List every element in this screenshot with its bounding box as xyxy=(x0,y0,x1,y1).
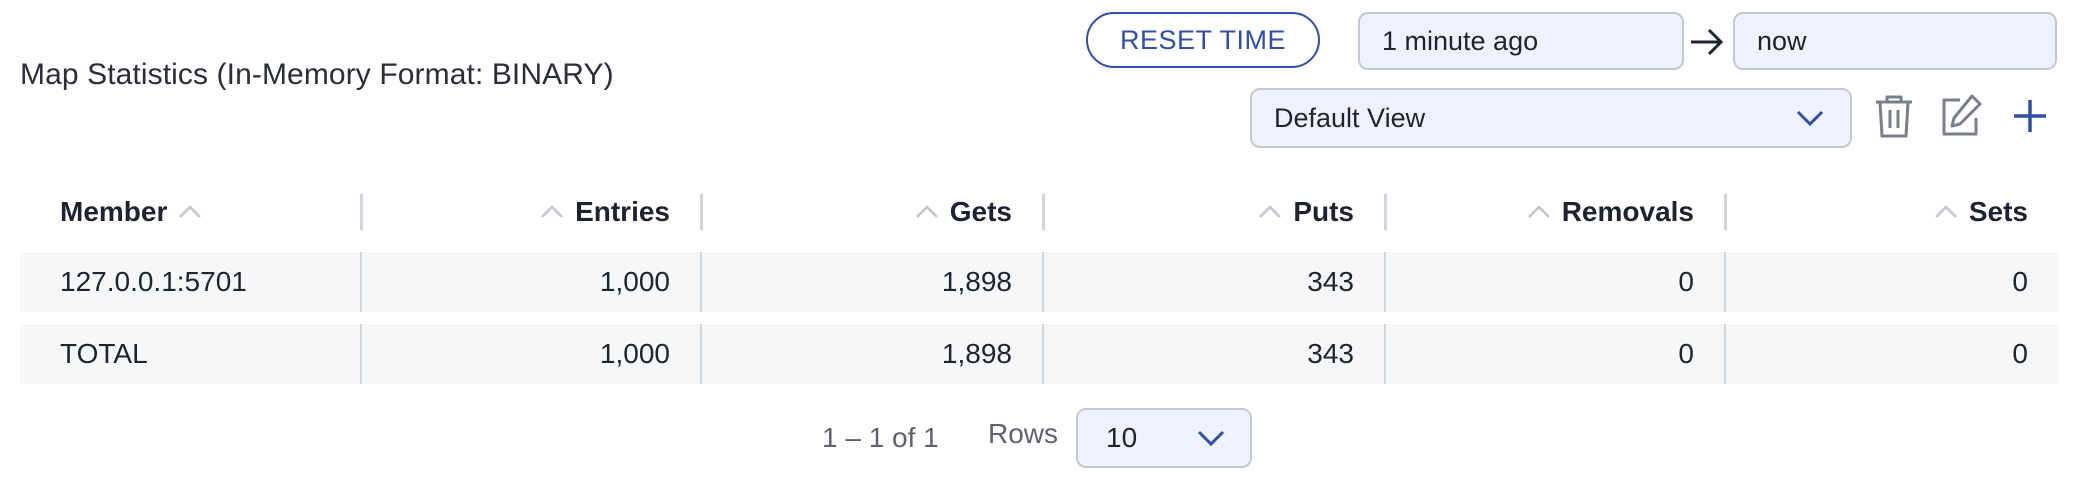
column-header-puts[interactable]: Puts xyxy=(1042,186,1384,238)
column-header-entries[interactable]: Entries xyxy=(360,186,700,238)
sort-icon xyxy=(1527,205,1550,218)
cell-entries: 1,000 xyxy=(599,266,670,297)
table-row: TOTAL 1,000 1,898 343 0 0 xyxy=(20,324,2058,384)
time-from-value: 1 minute ago xyxy=(1382,25,1539,56)
rows-label: Rows xyxy=(988,418,1059,449)
page-title: Map Statistics (In-Memory Format: BINARY… xyxy=(20,58,614,91)
cell-gets: 1,898 xyxy=(941,338,1012,369)
column-header-removals[interactable]: Removals xyxy=(1384,186,1724,238)
arrow-right-icon xyxy=(1691,28,1724,56)
view-select-value: Default View xyxy=(1274,102,1426,133)
time-from-field[interactable]: 1 minute ago xyxy=(1358,12,1684,70)
add-view-icon[interactable] xyxy=(2008,92,2052,140)
time-to-field[interactable]: now xyxy=(1733,12,2057,70)
cell-puts: 343 xyxy=(1307,338,1354,369)
cell-gets: 1,898 xyxy=(941,266,1012,297)
statistics-table: Member Entries Gets Puts Removals Sets 1… xyxy=(20,186,2058,384)
sort-icon xyxy=(1259,205,1282,218)
cell-puts: 343 xyxy=(1307,266,1354,297)
column-header-gets[interactable]: Gets xyxy=(700,186,1042,238)
column-header-member[interactable]: Member xyxy=(20,186,360,238)
time-to-value: now xyxy=(1757,25,1807,56)
trash-icon[interactable] xyxy=(1872,92,1916,140)
sort-icon xyxy=(1934,205,1957,218)
rows-per-page-value: 10 xyxy=(1106,422,1138,453)
cell-sets: 0 xyxy=(2012,266,2028,297)
cell-entries: 1,000 xyxy=(599,338,670,369)
table-header: Member Entries Gets Puts Removals Sets xyxy=(20,186,2058,238)
view-select[interactable]: Default View xyxy=(1250,88,1852,148)
cell-removals: 0 xyxy=(1678,338,1694,369)
sort-icon xyxy=(179,205,202,218)
sort-icon xyxy=(541,205,563,218)
edit-icon[interactable] xyxy=(1938,92,1982,140)
pagination: 1 – 1 of 1 Rows 10 xyxy=(0,408,2076,468)
sort-icon xyxy=(915,205,938,218)
cell-sets: 0 xyxy=(2012,338,2028,369)
cell-member: TOTAL xyxy=(60,338,148,369)
reset-time-button[interactable]: RESET TIME xyxy=(1086,12,1320,68)
table-row: 127.0.0.1:5701 1,000 1,898 343 0 0 xyxy=(20,252,2058,312)
cell-member: 127.0.0.1:5701 xyxy=(60,266,247,297)
cell-removals: 0 xyxy=(1678,266,1694,297)
pagination-range: 1 – 1 of 1 xyxy=(822,422,939,453)
chevron-down-icon xyxy=(1796,110,1824,127)
column-header-sets[interactable]: Sets xyxy=(1724,186,2058,238)
chevron-down-icon xyxy=(1197,430,1225,447)
